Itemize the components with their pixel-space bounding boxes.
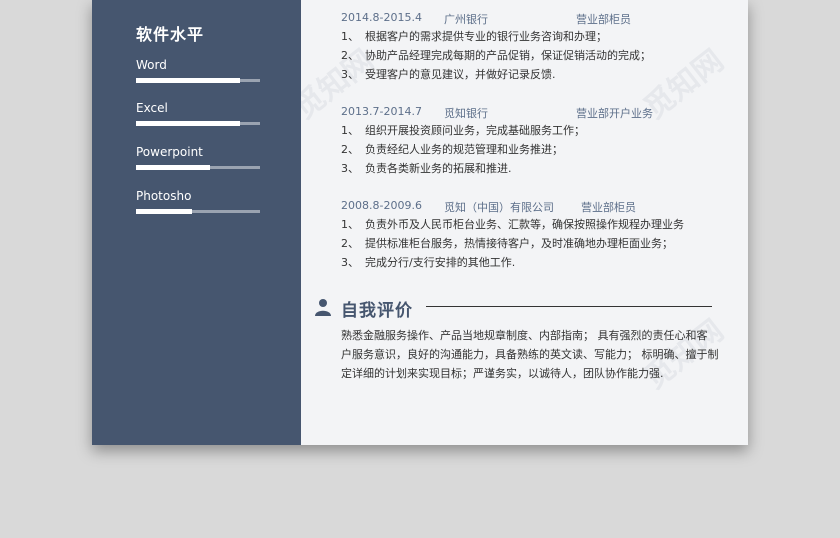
work-duty: 3、 受理客户的意见建议，并做好记录反馈.	[341, 65, 741, 84]
section-title: 自我评价	[341, 301, 413, 321]
duty-text: 负责外币及人民币柜台业务、汇款等，确保按照操作规程办理业务	[365, 218, 684, 231]
main-content: 2014.8-2015.4 广州银行 营业部柜员 1、 根据客户的需求提供专业的…	[315, 0, 741, 445]
skill-bar	[136, 209, 260, 214]
work-duty: 2、 提供标准柜台服务，热情接待客户，及时准确地办理柜面业务；	[341, 234, 741, 253]
duty-number: 3、	[341, 68, 359, 81]
duty-number: 1、	[341, 30, 359, 43]
self-eval-line: 熟悉金融服务操作、产品当地规章制度、内部指南； 具有强烈的责任心和客	[341, 329, 708, 342]
duty-text: 提供标准柜台服务，热情接待客户，及时准确地办理柜面业务；	[365, 237, 673, 250]
skill-bar-fill	[136, 78, 241, 83]
work-duty: 2、 协助产品经理完成每期的产品促销，保证促销活动的完成；	[341, 46, 741, 65]
skill-word: Word	[136, 57, 260, 83]
self-eval-header: 自我评价	[314, 294, 734, 321]
work-company: 觅知银行	[444, 107, 488, 120]
work-duty: 1、 组织开展投资顾问业务，完成基础服务工作；	[341, 121, 741, 140]
skill-bar	[136, 78, 260, 83]
person-icon	[315, 299, 331, 316]
skill-excel: Excel	[136, 100, 260, 126]
duty-text: 根据客户的需求提供专业的银行业务咨询和办理；	[365, 30, 607, 43]
work-position: 营业部柜员	[576, 13, 631, 26]
skill-bar-fill	[136, 209, 192, 214]
duty-number: 3、	[341, 162, 359, 175]
work-date: 2014.8-2015.4	[341, 11, 422, 24]
skill-powerpoint: Powerpoint	[136, 144, 260, 170]
duty-text: 完成分行/支行安排的其他工作.	[365, 256, 516, 269]
skill-label: Powerpoint	[136, 145, 203, 159]
duty-number: 2、	[341, 143, 359, 156]
work-entry: 2014.8-2015.4 广州银行 营业部柜员 1、 根据客户的需求提供专业的…	[341, 11, 741, 84]
self-eval-line: 定详细的计划来实现目标；严谨务实，以诚待人，团队协作能力强.	[341, 367, 664, 380]
duty-text: 协助产品经理完成每期的产品促销，保证促销活动的完成；	[365, 49, 651, 62]
skill-bar-fill	[136, 121, 241, 126]
skill-bar	[136, 121, 260, 126]
duty-number: 3、	[341, 256, 359, 269]
skill-bar-fill	[136, 165, 211, 170]
duty-number: 1、	[341, 124, 359, 137]
self-eval-text: 熟悉金融服务操作、产品当地规章制度、内部指南； 具有强烈的责任心和客 户服务意识…	[341, 326, 726, 383]
work-entry: 2008.8-2009.6 觅知（中国）有限公司 营业部柜员 1、 负责外币及人…	[341, 199, 741, 272]
work-position: 营业部开户业务	[576, 107, 653, 120]
work-entry: 2013.7-2014.7 觅知银行 营业部开户业务 1、 组织开展投资顾问业务…	[341, 105, 741, 178]
duty-text: 受理客户的意见建议，并做好记录反馈.	[365, 68, 556, 81]
work-duty: 1、 根据客户的需求提供专业的银行业务咨询和办理；	[341, 27, 741, 46]
sidebar-title: 软件水平	[136, 25, 205, 44]
work-company: 广州银行	[444, 13, 488, 26]
duty-number: 2、	[341, 49, 359, 62]
skill-label: Excel	[136, 101, 168, 115]
skill-bar	[136, 165, 260, 170]
duty-number: 2、	[341, 237, 359, 250]
duty-text: 负责经纪人业务的规范管理和业务推进；	[365, 143, 563, 156]
duty-text: 负责各类新业务的拓展和推进.	[365, 162, 512, 175]
work-date: 2008.8-2009.6	[341, 199, 422, 212]
section-divider	[426, 306, 712, 307]
resume-page: 觅知网 觅知网 觅知网 觅知网 觅知网 软件水平 Word Excel Powe…	[92, 0, 748, 445]
work-company: 觅知（中国）有限公司	[444, 201, 554, 214]
work-duty: 1、 负责外币及人民币柜台业务、汇款等，确保按照操作规程办理业务	[341, 215, 741, 234]
work-duty: 3、 负责各类新业务的拓展和推进.	[341, 159, 741, 178]
work-entry-header: 2014.8-2015.4 广州银行 营业部柜员	[341, 11, 741, 27]
work-entry-header: 2013.7-2014.7 觅知银行 营业部开户业务	[341, 105, 741, 121]
self-eval-line: 户服务意识，良好的沟通能力，具备熟练的英文读、写能力； 标明确、擅于制	[341, 348, 719, 361]
sidebar: 软件水平 Word Excel Powerpoint Photosho	[92, 0, 301, 445]
work-duty: 3、 完成分行/支行安排的其他工作.	[341, 253, 741, 272]
duty-text: 组织开展投资顾问业务，完成基础服务工作；	[365, 124, 585, 137]
work-position: 营业部柜员	[581, 201, 636, 214]
work-date: 2013.7-2014.7	[341, 105, 422, 118]
work-duty: 2、 负责经纪人业务的规范管理和业务推进；	[341, 140, 741, 159]
skill-label: Photosho	[136, 189, 192, 203]
skill-label: Word	[136, 58, 167, 72]
duty-number: 1、	[341, 218, 359, 231]
skill-photoshop: Photosho	[136, 188, 260, 214]
work-entry-header: 2008.8-2009.6 觅知（中国）有限公司 营业部柜员	[341, 199, 741, 215]
